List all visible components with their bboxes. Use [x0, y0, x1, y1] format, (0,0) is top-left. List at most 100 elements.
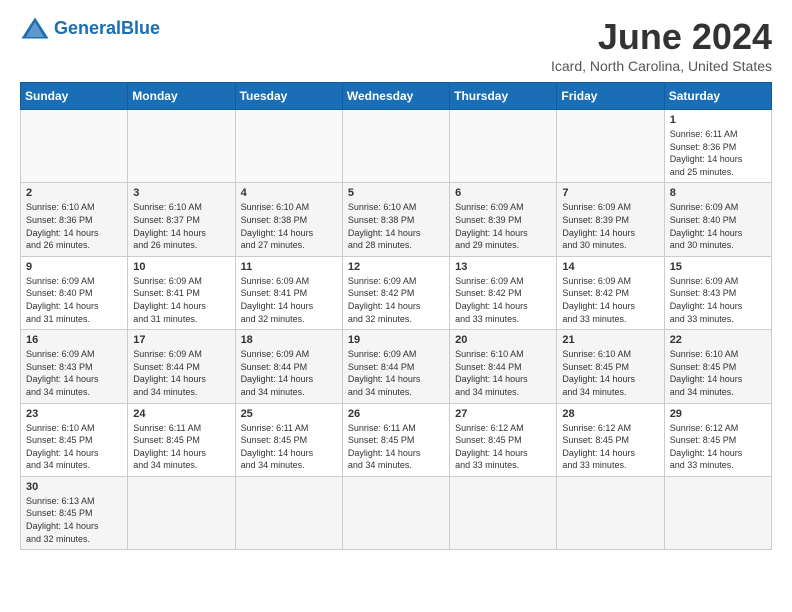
day-info: Sunrise: 6:10 AM Sunset: 8:44 PM Dayligh… — [455, 348, 551, 398]
logo-icon — [20, 16, 50, 40]
calendar-cell: 27 Sunrise: 6:12 AM Sunset: 8:45 PM Dayli… — [450, 403, 557, 476]
weekday-header-thursday: Thursday — [450, 83, 557, 110]
day-info: Sunrise: 6:11 AM Sunset: 8:45 PM Dayligh… — [133, 422, 229, 472]
calendar-cell: 29Sunrise: 6:12 AM Sunset: 8:45 PM Dayli… — [664, 403, 771, 476]
calendar-cell: 22Sunrise: 6:10 AM Sunset: 8:45 PM Dayli… — [664, 330, 771, 403]
weekday-header-row: SundayMondayTuesdayWednesdayThursdayFrid… — [21, 83, 772, 110]
logo-text: GeneralBlue — [54, 18, 160, 39]
logo-blue: Blue — [121, 18, 160, 38]
day-info: Sunrise: 6:09 AM Sunset: 8:44 PM Dayligh… — [348, 348, 444, 398]
day-info: Sunrise: 6:10 AM Sunset: 8:38 PM Dayligh… — [241, 201, 337, 251]
calendar-cell — [557, 476, 664, 549]
day-number: 2 — [26, 187, 122, 199]
calendar-cell: 6 Sunrise: 6:09 AM Sunset: 8:39 PM Daylig… — [450, 183, 557, 256]
day-info: Sunrise: 6:11 AM Sunset: 8:36 PM Dayligh… — [670, 128, 766, 178]
day-info: Sunrise: 6:09 AM Sunset: 8:41 PM Dayligh… — [241, 275, 337, 325]
calendar-cell: 21 Sunrise: 6:10 AM Sunset: 8:45 PM Dayli… — [557, 330, 664, 403]
day-info: Sunrise: 6:09 AM Sunset: 8:40 PM Dayligh… — [670, 201, 766, 251]
calendar-week-row: 1 Sunrise: 6:11 AM Sunset: 8:36 PM Daylig… — [21, 110, 772, 183]
day-info: Sunrise: 6:12 AM Sunset: 8:45 PM Dayligh… — [562, 422, 658, 472]
calendar-cell — [128, 110, 235, 183]
page-header: GeneralBlue June 2024 Icard, North Carol… — [20, 16, 772, 74]
day-number: 19 — [348, 334, 444, 346]
day-number: 12 — [348, 261, 444, 273]
calendar-cell: 3 Sunrise: 6:10 AM Sunset: 8:37 PM Daylig… — [128, 183, 235, 256]
weekday-header-friday: Friday — [557, 83, 664, 110]
day-number: 24 — [133, 408, 229, 420]
calendar-cell — [664, 476, 771, 549]
calendar-cell: 28 Sunrise: 6:12 AM Sunset: 8:45 PM Dayli… — [557, 403, 664, 476]
day-info: Sunrise: 6:09 AM Sunset: 8:41 PM Dayligh… — [133, 275, 229, 325]
calendar-week-row: 2Sunrise: 6:10 AM Sunset: 8:36 PM Daylig… — [21, 183, 772, 256]
day-number: 10 — [133, 261, 229, 273]
day-number: 21 — [562, 334, 658, 346]
logo: GeneralBlue — [20, 16, 160, 40]
calendar-cell: 13 Sunrise: 6:09 AM Sunset: 8:42 PM Dayli… — [450, 256, 557, 329]
day-number: 16 — [26, 334, 122, 346]
calendar-cell: 20Sunrise: 6:10 AM Sunset: 8:44 PM Dayli… — [450, 330, 557, 403]
day-number: 3 — [133, 187, 229, 199]
day-info: Sunrise: 6:09 AM Sunset: 8:42 PM Dayligh… — [562, 275, 658, 325]
calendar-cell — [235, 476, 342, 549]
day-number: 15 — [670, 261, 766, 273]
day-number: 26 — [348, 408, 444, 420]
day-info: Sunrise: 6:10 AM Sunset: 8:45 PM Dayligh… — [670, 348, 766, 398]
calendar-cell: 14 Sunrise: 6:09 AM Sunset: 8:42 PM Dayli… — [557, 256, 664, 329]
day-info: Sunrise: 6:09 AM Sunset: 8:43 PM Dayligh… — [26, 348, 122, 398]
month-title: June 2024 — [551, 16, 772, 58]
day-number: 1 — [670, 114, 766, 126]
calendar-cell: 12 Sunrise: 6:09 AM Sunset: 8:42 PM Dayli… — [342, 256, 449, 329]
day-info: Sunrise: 6:09 AM Sunset: 8:44 PM Dayligh… — [133, 348, 229, 398]
weekday-header-tuesday: Tuesday — [235, 83, 342, 110]
calendar-table: SundayMondayTuesdayWednesdayThursdayFrid… — [20, 82, 772, 550]
day-number: 23 — [26, 408, 122, 420]
day-number: 30 — [26, 481, 122, 493]
weekday-header-sunday: Sunday — [21, 83, 128, 110]
calendar-week-row: 23Sunrise: 6:10 AM Sunset: 8:45 PM Dayli… — [21, 403, 772, 476]
location: Icard, North Carolina, United States — [551, 58, 772, 74]
calendar-cell — [128, 476, 235, 549]
day-number: 9 — [26, 261, 122, 273]
calendar-cell — [342, 476, 449, 549]
day-info: Sunrise: 6:09 AM Sunset: 8:42 PM Dayligh… — [348, 275, 444, 325]
day-number: 13 — [455, 261, 551, 273]
day-info: Sunrise: 6:13 AM Sunset: 8:45 PM Dayligh… — [26, 495, 122, 545]
calendar-cell: 24 Sunrise: 6:11 AM Sunset: 8:45 PM Dayli… — [128, 403, 235, 476]
calendar-cell — [342, 110, 449, 183]
logo-general: General — [54, 18, 121, 38]
day-info: Sunrise: 6:12 AM Sunset: 8:45 PM Dayligh… — [455, 422, 551, 472]
day-info: Sunrise: 6:09 AM Sunset: 8:42 PM Dayligh… — [455, 275, 551, 325]
calendar-cell: 1 Sunrise: 6:11 AM Sunset: 8:36 PM Daylig… — [664, 110, 771, 183]
calendar-cell: 23Sunrise: 6:10 AM Sunset: 8:45 PM Dayli… — [21, 403, 128, 476]
day-number: 28 — [562, 408, 658, 420]
day-number: 6 — [455, 187, 551, 199]
calendar-cell: 18Sunrise: 6:09 AM Sunset: 8:44 PM Dayli… — [235, 330, 342, 403]
calendar-cell: 25Sunrise: 6:11 AM Sunset: 8:45 PM Dayli… — [235, 403, 342, 476]
day-info: Sunrise: 6:10 AM Sunset: 8:37 PM Dayligh… — [133, 201, 229, 251]
weekday-header-saturday: Saturday — [664, 83, 771, 110]
calendar-cell — [450, 110, 557, 183]
day-number: 25 — [241, 408, 337, 420]
weekday-header-monday: Monday — [128, 83, 235, 110]
day-number: 11 — [241, 261, 337, 273]
day-number: 7 — [562, 187, 658, 199]
day-info: Sunrise: 6:10 AM Sunset: 8:38 PM Dayligh… — [348, 201, 444, 251]
day-number: 5 — [348, 187, 444, 199]
calendar-cell: 2Sunrise: 6:10 AM Sunset: 8:36 PM Daylig… — [21, 183, 128, 256]
day-info: Sunrise: 6:09 AM Sunset: 8:39 PM Dayligh… — [455, 201, 551, 251]
calendar-week-row: 16 Sunrise: 6:09 AM Sunset: 8:43 PM Dayli… — [21, 330, 772, 403]
day-number: 14 — [562, 261, 658, 273]
calendar-cell: 19 Sunrise: 6:09 AM Sunset: 8:44 PM Dayli… — [342, 330, 449, 403]
calendar-cell — [235, 110, 342, 183]
calendar-cell: 15Sunrise: 6:09 AM Sunset: 8:43 PM Dayli… — [664, 256, 771, 329]
calendar-cell — [450, 476, 557, 549]
calendar-cell: 9Sunrise: 6:09 AM Sunset: 8:40 PM Daylig… — [21, 256, 128, 329]
calendar-cell: 16 Sunrise: 6:09 AM Sunset: 8:43 PM Dayli… — [21, 330, 128, 403]
day-number: 27 — [455, 408, 551, 420]
day-info: Sunrise: 6:10 AM Sunset: 8:45 PM Dayligh… — [562, 348, 658, 398]
calendar-cell: 5 Sunrise: 6:10 AM Sunset: 8:38 PM Daylig… — [342, 183, 449, 256]
calendar-cell: 26Sunrise: 6:11 AM Sunset: 8:45 PM Dayli… — [342, 403, 449, 476]
day-number: 17 — [133, 334, 229, 346]
day-info: Sunrise: 6:09 AM Sunset: 8:39 PM Dayligh… — [562, 201, 658, 251]
day-number: 8 — [670, 187, 766, 199]
